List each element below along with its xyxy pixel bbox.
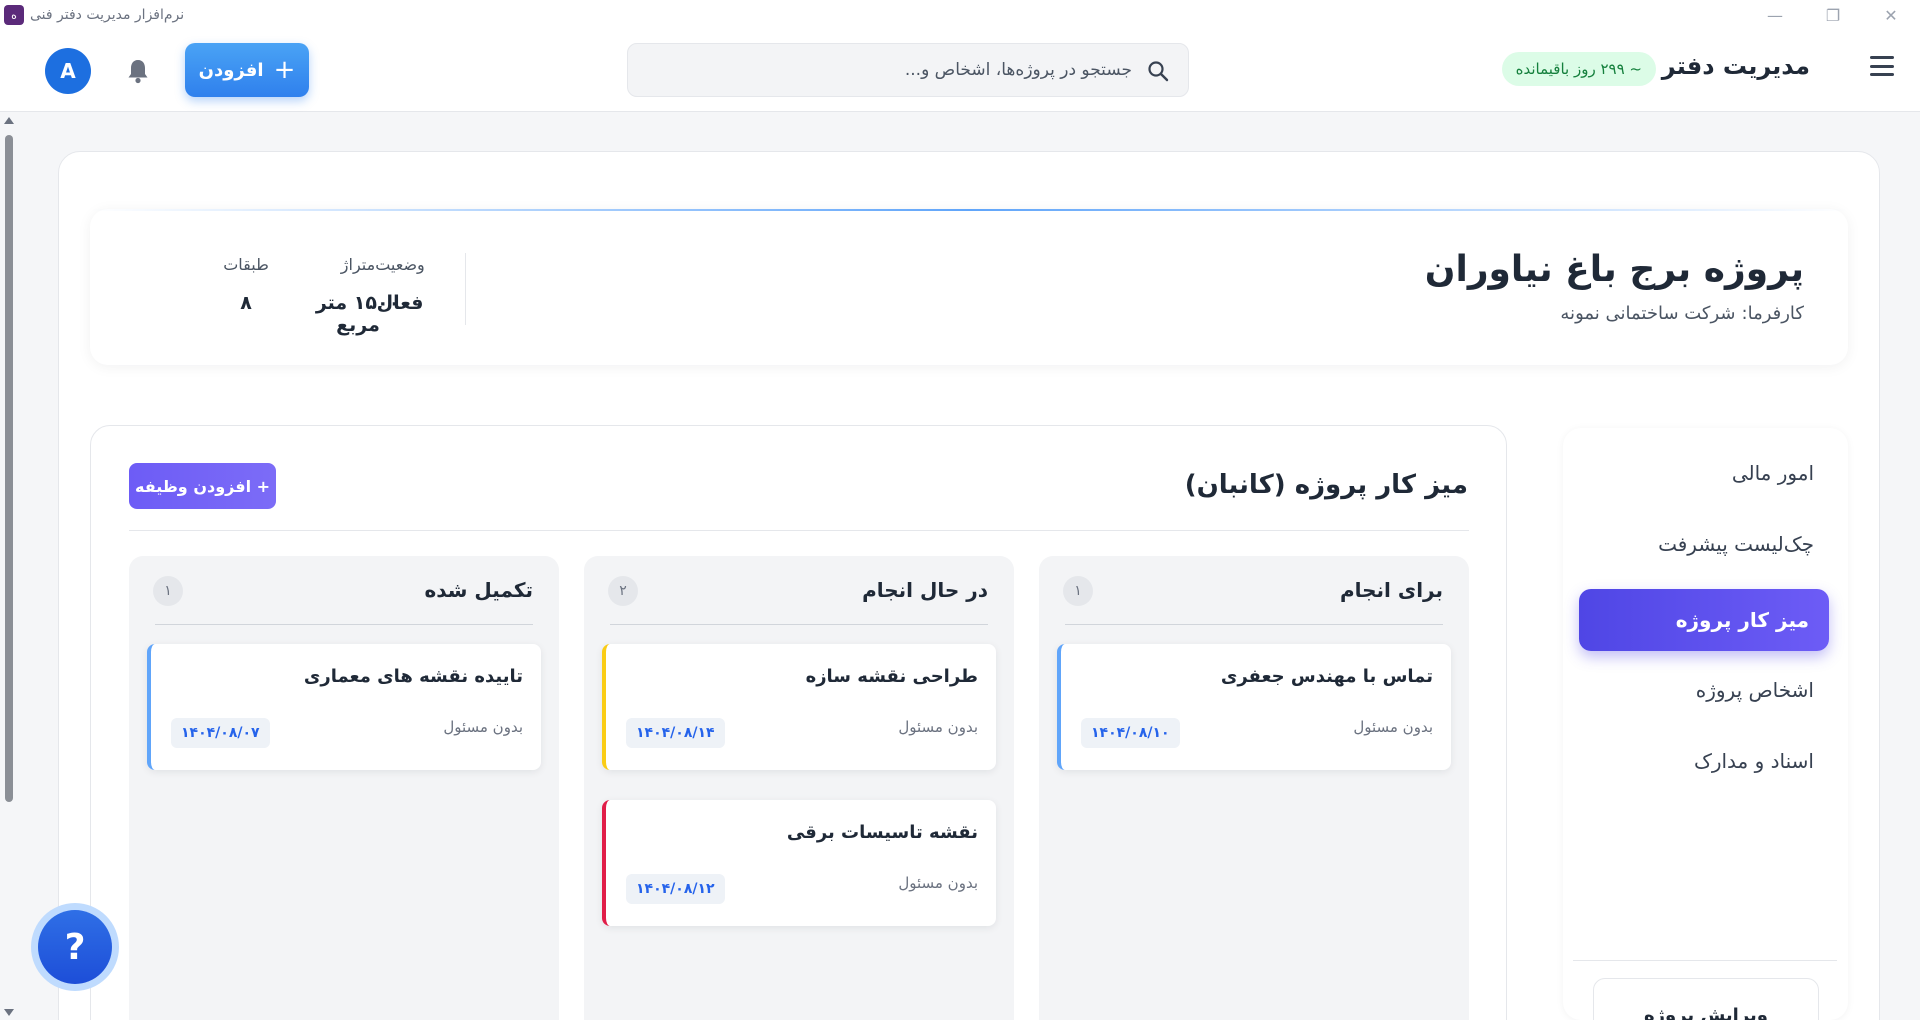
scroll-down-arrow-icon[interactable] bbox=[4, 1009, 14, 1016]
close-button[interactable]: ✕ bbox=[1862, 0, 1920, 30]
edit-project-button[interactable]: ویرایش پروژه bbox=[1593, 978, 1819, 1020]
search-input[interactable] bbox=[628, 44, 1188, 96]
task-date-badge: ۱۴۰۴/۰۸/۱۲ bbox=[626, 874, 725, 904]
column-divider bbox=[155, 624, 533, 625]
scrollbar[interactable] bbox=[0, 113, 18, 1020]
client-name: شرکت ساختمانی نمونه bbox=[1560, 303, 1736, 324]
task-card[interactable]: تماس با مهندس جعفری بدون مسئول ۱۴۰۴/۰۸/۱… bbox=[1057, 644, 1451, 770]
days-remaining-badge: ~ ۲۹۹ روز باقیمانده bbox=[1501, 52, 1656, 86]
side-menu-item-kanban[interactable]: میز کار پروژه bbox=[1579, 589, 1829, 651]
project-title: پروژه برج باغ نیاوران bbox=[1424, 249, 1804, 290]
stat-area-value: ۱۵۰۰ متر مربع bbox=[315, 292, 401, 336]
app-logo-icon: ه bbox=[4, 5, 24, 25]
card-accent-line bbox=[90, 209, 1848, 211]
scroll-thumb[interactable] bbox=[5, 135, 13, 802]
side-menu-divider bbox=[1573, 960, 1837, 961]
task-date-badge: ۱۴۰۴/۰۸/۰۷ bbox=[171, 718, 270, 748]
column-count-badge: ۲ bbox=[608, 576, 638, 606]
window-controls: — ❐ ✕ bbox=[1746, 0, 1920, 30]
task-owner: بدون مسئول bbox=[443, 718, 523, 736]
task-owner: بدون مسئول bbox=[898, 874, 978, 892]
side-menu-item-people[interactable]: اشخاص پروژه bbox=[1696, 678, 1814, 702]
task-date-badge: ۱۴۰۴/۰۸/۱۴ bbox=[626, 718, 725, 748]
column-divider bbox=[610, 624, 988, 625]
app-header: مدیریت دفتر ~ ۲۹۹ روز باقیمانده + افزودن… bbox=[0, 30, 1920, 112]
column-count-badge: ۱ bbox=[153, 576, 183, 606]
task-title: تماس با مهندس جعفری bbox=[1220, 666, 1433, 687]
column-count-badge: ۱ bbox=[1063, 576, 1093, 606]
search-icon bbox=[1148, 61, 1169, 82]
side-menu-item-finance[interactable]: امور مالی bbox=[1732, 461, 1814, 485]
bell-icon[interactable] bbox=[127, 58, 149, 84]
task-card[interactable]: نقشه تاسیسات برقی بدون مسئول ۱۴۰۴/۰۸/۱۲ bbox=[602, 800, 996, 926]
task-owner: بدون مسئول bbox=[1353, 718, 1433, 736]
task-card[interactable]: طراحی نقشه سازه بدون مسئول ۱۴۰۴/۰۸/۱۴ bbox=[602, 644, 996, 770]
column-title: برای انجام bbox=[1339, 578, 1443, 602]
task-card[interactable]: تاییده نقشه های معماری بدون مسئول ۱۴۰۴/۰… bbox=[147, 644, 541, 770]
board-divider bbox=[129, 530, 1469, 531]
scroll-up-arrow-icon[interactable] bbox=[4, 117, 14, 124]
minimize-button[interactable]: — bbox=[1746, 0, 1804, 30]
task-title: نقشه تاسیسات برقی bbox=[786, 822, 978, 843]
column-title: در حال انجام bbox=[862, 578, 988, 602]
project-client: کارفرما: شرکت ساختمانی نمونه bbox=[1560, 303, 1804, 324]
project-side-menu: امور مالی چک‌لیست پیشرفت میز کار پروژه ا… bbox=[1563, 428, 1848, 1020]
maximize-button[interactable]: ❐ bbox=[1804, 0, 1862, 30]
project-info-card: پروژه برج باغ نیاوران کارفرما: شرکت ساخت… bbox=[90, 209, 1848, 365]
column-divider bbox=[1065, 624, 1443, 625]
help-icon: ? bbox=[38, 910, 112, 984]
side-menu-item-checklist[interactable]: چک‌لیست پیشرفت bbox=[1658, 532, 1814, 556]
stats-divider bbox=[465, 253, 466, 325]
task-owner: بدون مسئول bbox=[898, 718, 978, 736]
task-title: تاییده نقشه های معماری bbox=[303, 666, 523, 687]
stat-area-label: متراژ bbox=[340, 255, 376, 274]
kanban-board: میز کار پروژه (کانبان) + افزودن وظیفه بر… bbox=[90, 425, 1507, 1020]
add-button-label: افزودن bbox=[198, 59, 264, 81]
stat-floors: طبقات ۸ bbox=[218, 255, 274, 314]
task-date-badge: ۱۴۰۴/۰۸/۱۰ bbox=[1081, 718, 1180, 748]
kanban-column-todo: برای انجام ۱ تماس با مهندس جعفری بدون مس… bbox=[1039, 556, 1469, 1020]
task-title: طراحی نقشه سازه bbox=[805, 666, 978, 687]
kanban-column-in-progress: در حال انجام ۲ طراحی نقشه سازه بدون مسئو… bbox=[584, 556, 1014, 1020]
title-bar: نرم‌افزار مدیریت دفتر فنی ه — ❐ ✕ bbox=[0, 0, 1920, 30]
client-label: کارفرما: bbox=[1741, 303, 1804, 324]
side-menu-item-documents[interactable]: اسناد و مدارک bbox=[1694, 749, 1814, 773]
plus-icon: + bbox=[273, 55, 296, 85]
brand-title: مدیریت دفتر bbox=[1661, 52, 1810, 80]
add-task-button[interactable]: + افزودن وظیفه bbox=[129, 463, 276, 509]
avatar[interactable]: A bbox=[45, 48, 91, 94]
kanban-column-done: تکمیل شده ۱ تاییده نقشه های معماری بدون … bbox=[129, 556, 559, 1020]
column-title: تکمیل شده bbox=[424, 578, 533, 602]
board-title: میز کار پروژه (کانبان) bbox=[1184, 470, 1468, 500]
help-button[interactable]: ? bbox=[31, 903, 119, 991]
app-title: نرم‌افزار مدیریت دفتر فنی ه bbox=[4, 5, 184, 25]
stat-area: متراژ ۱۵۰۰ متر مربع bbox=[298, 255, 418, 336]
hamburger-icon[interactable] bbox=[1870, 56, 1894, 76]
search-box[interactable] bbox=[627, 43, 1189, 97]
stat-floors-label: طبقات bbox=[223, 255, 269, 274]
stat-floors-value: ۸ bbox=[240, 292, 252, 314]
app-title-text: نرم‌افزار مدیریت دفتر فنی bbox=[30, 7, 185, 23]
add-button[interactable]: + افزودن bbox=[185, 43, 309, 97]
